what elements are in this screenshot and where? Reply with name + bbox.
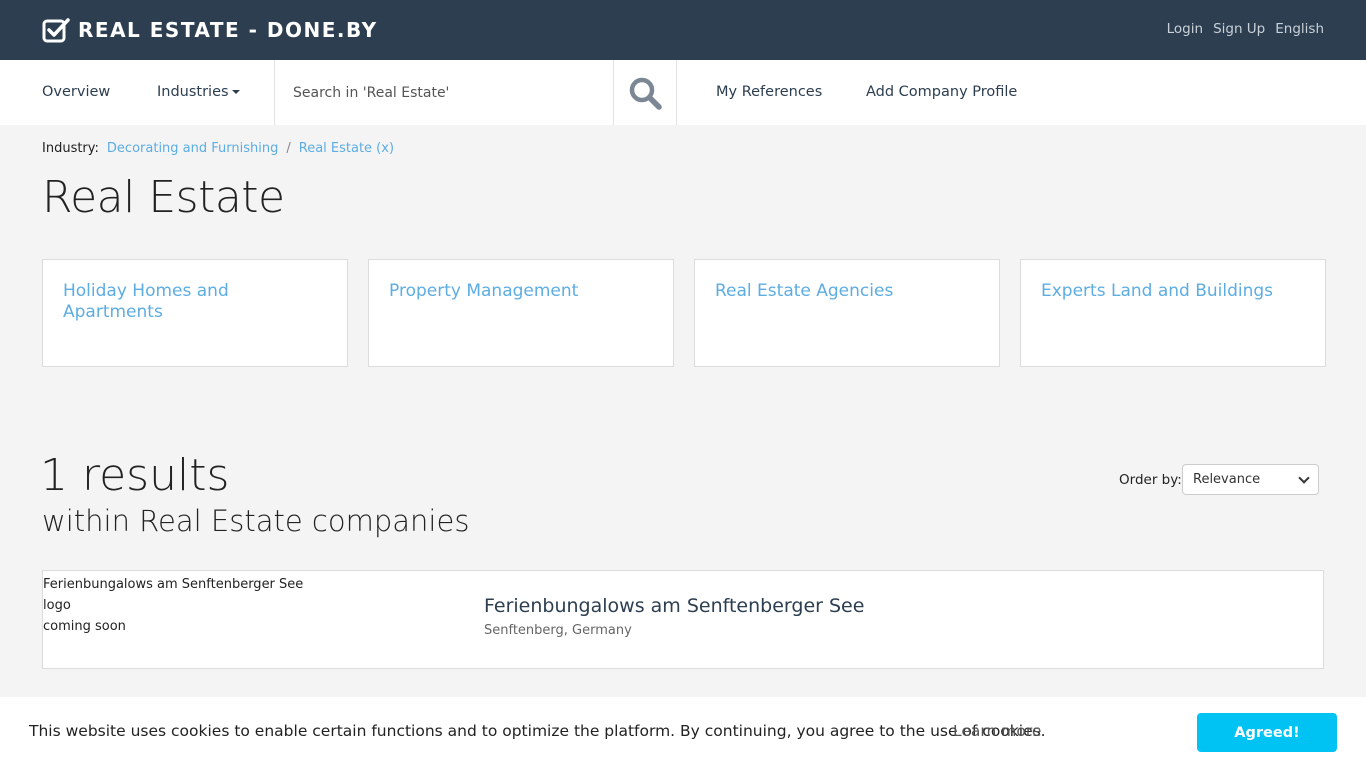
login-link[interactable]: Login [1167, 21, 1203, 37]
cookie-banner: This website uses cookies to enable cert… [0, 697, 1366, 768]
caret-down-icon [231, 90, 240, 94]
search-input[interactable] [275, 60, 613, 125]
company-location: Senftenberg, Germany [484, 623, 632, 638]
search-box [274, 60, 614, 125]
top-bar: REAL ESTATE - DONE.BY Login Sign Up Engl… [0, 0, 1366, 60]
nav-overview[interactable]: Overview [42, 84, 110, 100]
breadcrumb: Industry: Decorating and Furnishing / Re… [42, 141, 394, 156]
breadcrumb-item-real-estate[interactable]: Real Estate (x) [299, 141, 394, 156]
category-card-label: Experts Land and Buildings [1041, 281, 1274, 301]
search-button[interactable] [613, 60, 677, 125]
company-name-link[interactable]: Ferienbungalows am Senftenberger See [484, 595, 864, 617]
breadcrumb-item-decorating[interactable]: Decorating and Furnishing [107, 141, 278, 156]
brand-title: REAL ESTATE - DONE.BY [78, 18, 378, 42]
category-card-label: Holiday Homes and Apartments [63, 281, 229, 322]
results-count: 1 results [40, 450, 230, 501]
category-card-property-management[interactable]: Property Management [368, 259, 674, 367]
cookie-learn-more-link[interactable]: Learn more [953, 722, 1041, 740]
cookie-agree-button[interactable]: Agreed! [1197, 713, 1337, 752]
order-by-value: Relevance [1193, 472, 1261, 487]
checkbox-check-icon [42, 18, 70, 43]
subcategory-cards: Holiday Homes and Apartments Property Ma… [42, 259, 1326, 367]
breadcrumb-label: Industry: [42, 141, 99, 156]
category-card-experts-land[interactable]: Experts Land and Buildings [1020, 259, 1326, 367]
cookie-message: This website uses cookies to enable cert… [29, 722, 1046, 740]
signup-link[interactable]: Sign Up [1213, 21, 1265, 37]
nav-my-references[interactable]: My References [716, 84, 822, 100]
breadcrumb-separator: / [286, 141, 291, 156]
category-card-holiday-homes[interactable]: Holiday Homes and Apartments [42, 259, 348, 367]
company-logo-placeholder: Ferienbungalows am Senftenberger See log… [43, 574, 333, 637]
chevron-down-icon [1298, 471, 1310, 484]
page-title: Real Estate [42, 172, 285, 223]
category-card-label: Property Management [389, 281, 579, 301]
category-card-real-estate-agencies[interactable]: Real Estate Agencies [694, 259, 1000, 367]
top-links: Login Sign Up English [1167, 21, 1324, 37]
logo-alt-text: Ferienbungalows am Senftenberger See log… [43, 577, 304, 613]
logo-coming-soon: coming soon [43, 619, 126, 634]
nav-industries-label: Industries [157, 84, 229, 100]
result-item[interactable]: Ferienbungalows am Senftenberger See log… [42, 570, 1324, 669]
category-card-label: Real Estate Agencies [715, 281, 894, 301]
nav-industries-dropdown[interactable]: Industries [157, 84, 240, 100]
main-nav: Overview Industries My References Add Co… [0, 60, 1366, 125]
order-by-label: Order by: [1119, 472, 1182, 488]
language-link[interactable]: English [1275, 21, 1324, 37]
nav-add-company-profile[interactable]: Add Company Profile [866, 84, 1017, 100]
results-subtitle: within Real Estate companies [42, 504, 470, 538]
search-icon [629, 77, 662, 110]
order-by-select[interactable]: Relevance [1182, 464, 1319, 495]
brand-logo-link[interactable]: REAL ESTATE - DONE.BY [42, 17, 378, 43]
